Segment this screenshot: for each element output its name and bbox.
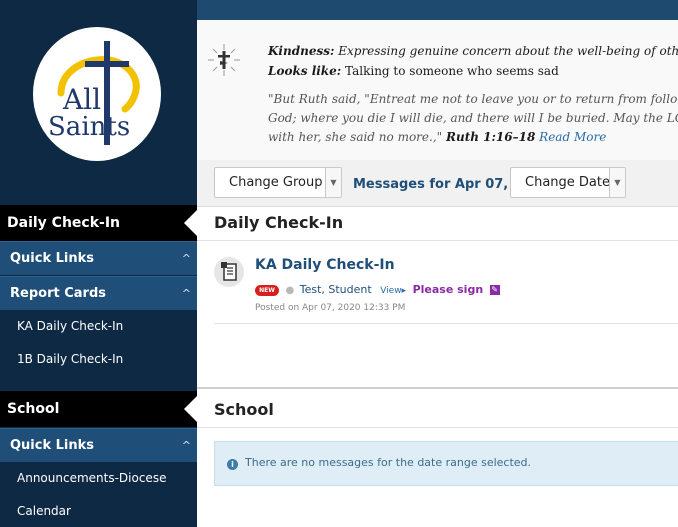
divider — [214, 323, 678, 324]
sidebar-quick-links-school[interactable]: Quick Links ^ — [0, 428, 197, 462]
read-more-link[interactable]: Read More — [539, 130, 606, 144]
sidebar-sub-label: Quick Links — [10, 251, 95, 266]
view-link[interactable]: View▸ — [380, 286, 406, 296]
message-meta: NEW ● Test, Student View▸ Please sign ✎ — [255, 283, 500, 296]
message-title[interactable]: KA Daily Check-In — [255, 257, 395, 273]
section-title-daily-checkin: Daily Check-In — [214, 213, 344, 232]
sidebar-header-daily-checkin[interactable]: Daily Check-In — [0, 205, 197, 241]
virtue-term: Kindness: — [268, 44, 335, 58]
virtue-cross-icon — [208, 44, 240, 76]
top-bar — [197, 0, 678, 20]
virtue-banner: Kindness: Expressing genuine concern abo… — [197, 20, 678, 160]
sidebar-header-label: School — [7, 401, 60, 417]
chevron-up-icon[interactable]: ^ — [182, 429, 191, 463]
change-group-label: Change Group — [229, 175, 323, 190]
person-icon: ● — [285, 285, 295, 296]
new-badge: NEW — [255, 284, 279, 296]
divider — [197, 387, 678, 389]
logo-area: All Saints — [0, 0, 197, 210]
scripture-line-2: God; where you die I will die, and there… — [268, 111, 678, 125]
message-posted-date: Posted on Apr 07, 2020 12:33 PM — [255, 303, 406, 313]
sidebar-item-announcements-diocese[interactable]: Announcements-Diocese — [0, 462, 197, 495]
virtue-looks-like: Looks like: Talking to someone who seems… — [268, 64, 559, 78]
sidebar-sub-label: Report Cards — [10, 286, 106, 301]
please-sign-link[interactable]: Please sign — [413, 283, 484, 296]
scripture-line-3: with her, she said no more.," Ruth 1:16–… — [268, 130, 606, 144]
sidebar-report-cards[interactable]: Report Cards ^ — [0, 276, 197, 310]
active-indicator-notch — [184, 396, 197, 422]
active-indicator-notch — [184, 210, 197, 236]
change-group-select[interactable]: Change Group ▼ — [214, 167, 342, 198]
section-title-school: School — [214, 400, 274, 419]
scripture-reference: Ruth 1:16–18 — [446, 130, 536, 144]
divider — [197, 240, 678, 241]
info-icon: i — [227, 459, 238, 470]
edit-icon[interactable]: ✎ — [489, 285, 500, 295]
no-messages-alert: i There are no messages for the date ran… — [214, 441, 678, 486]
sidebar-header-school[interactable]: School — [0, 391, 197, 427]
toolbar: Change Group ▼ Messages for Apr 07, 2020… — [197, 160, 678, 207]
virtue-definition: Kindness: Expressing genuine concern abo… — [268, 44, 678, 58]
chevron-down-icon[interactable]: ▼ — [325, 168, 341, 197]
chevron-up-icon[interactable]: ^ — [182, 242, 191, 276]
logo-word-saints: Saints — [48, 112, 130, 142]
sidebar-item-ka-daily-checkin[interactable]: KA Daily Check-In — [0, 310, 197, 343]
no-messages-text: There are no messages for the date range… — [245, 456, 532, 469]
chevron-up-icon[interactable]: ^ — [182, 277, 191, 311]
sidebar-sub-label: Quick Links — [10, 438, 95, 453]
scripture-line-1: "But Ruth said, "Entreat me not to leave… — [268, 92, 678, 106]
sidebar-header-label: Daily Check-In — [7, 215, 120, 231]
main-content: Kindness: Expressing genuine concern abo… — [197, 0, 678, 527]
divider — [197, 427, 678, 428]
looks-like-label: Looks like: — [268, 64, 342, 78]
change-date-label: Change Date — [525, 175, 610, 190]
all-saints-logo[interactable]: All Saints — [33, 27, 161, 161]
sidebar-item-calendar[interactable]: Calendar — [0, 495, 197, 527]
sidebar-quick-links-daily[interactable]: Quick Links ^ — [0, 241, 197, 275]
sidebar: All Saints Daily Check-In Quick Links ^ … — [0, 0, 197, 527]
message-author: Test, Student — [299, 283, 372, 296]
scripture-line-3-text: with her, she said no more.," — [268, 130, 443, 144]
virtue-definition-text: Expressing genuine concern about the wel… — [338, 44, 678, 58]
chevron-down-icon[interactable]: ▼ — [609, 168, 625, 197]
looks-like-text: Talking to someone who seems sad — [345, 64, 559, 78]
document-icon — [214, 257, 244, 287]
change-date-select[interactable]: Change Date ▼ — [510, 167, 626, 198]
sidebar-item-1b-daily-checkin[interactable]: 1B Daily Check-In — [0, 343, 197, 376]
